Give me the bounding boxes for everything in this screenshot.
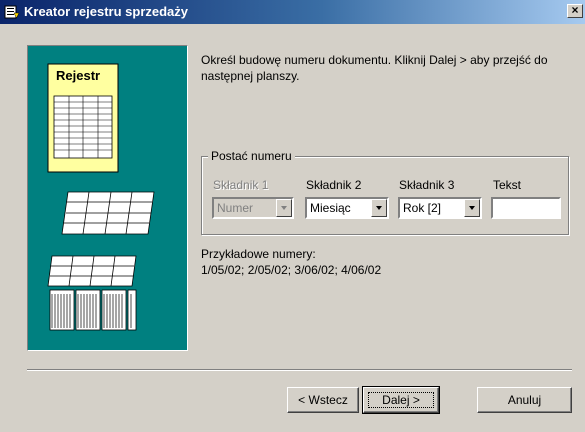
component2-value: Miesiąc <box>310 201 351 215</box>
next-button[interactable]: Dalej > <box>362 386 440 414</box>
component1-value: Numer <box>217 201 254 215</box>
number-format-group-label: Postać numeru <box>208 149 295 163</box>
component1-label: Składnik 1 <box>213 178 269 192</box>
back-button[interactable]: < Wstecz <box>287 387 359 413</box>
cancel-button-label: Anuluj <box>507 393 542 407</box>
back-button-label: < Wstecz <box>298 393 348 407</box>
app-icon <box>4 4 20 20</box>
chevron-down-icon[interactable] <box>276 199 292 217</box>
title-bar[interactable]: Kreator rejestru sprzedaży × <box>0 0 585 24</box>
window-title: Kreator rejestru sprzedaży <box>24 4 189 19</box>
wizard-illustration: Rejestr <box>27 45 188 351</box>
register-label: Rejestr <box>56 68 101 83</box>
chevron-down-icon[interactable] <box>371 199 387 217</box>
number-format-group <box>201 156 569 235</box>
stacked-sheets-icon <box>47 255 137 331</box>
text-input[interactable] <box>491 197 561 219</box>
chevron-down-icon[interactable] <box>464 199 480 217</box>
examples-label: Przykładowe numery: <box>201 247 316 261</box>
component1-select[interactable]: Numer <box>212 197 294 219</box>
close-button[interactable]: × <box>567 4 583 18</box>
component3-select[interactable]: Rok [2] <box>398 197 482 219</box>
component3-value: Rok [2] <box>403 201 442 215</box>
component2-select[interactable]: Miesiąc <box>305 197 389 219</box>
next-button-label: Dalej > <box>382 393 420 407</box>
component3-label: Składnik 3 <box>399 178 455 192</box>
sheet-icon <box>61 191 155 235</box>
text-label: Tekst <box>493 178 522 192</box>
component2-label: Składnik 2 <box>306 178 362 192</box>
separator <box>27 369 572 371</box>
wizard-window: Kreator rejestru sprzedaży × Rejestr Okr… <box>0 0 585 432</box>
examples-values: 1/05/02; 2/05/02; 3/06/02; 4/06/02 <box>201 263 382 277</box>
cancel-button[interactable]: Anuluj <box>477 387 572 413</box>
close-icon: × <box>571 3 579 17</box>
instructions-text: Określ budowę numeru dokumentu. Kliknij … <box>201 53 548 83</box>
